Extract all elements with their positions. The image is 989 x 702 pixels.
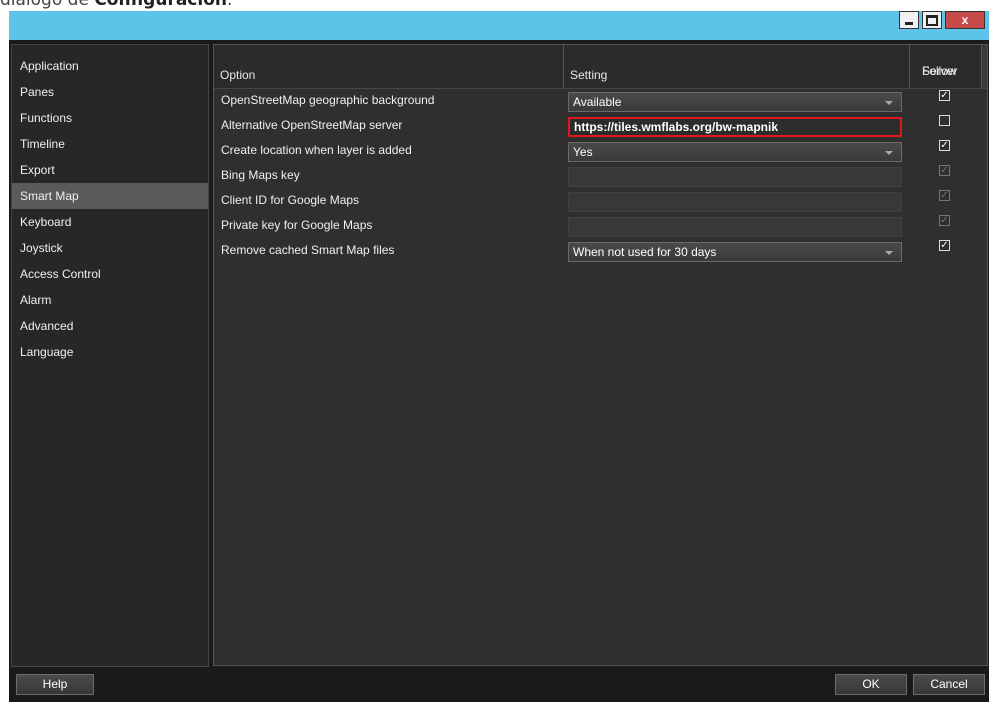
follow-header-line2: Server — [922, 64, 958, 78]
setting-dropdown[interactable]: When not used for 30 days — [568, 242, 902, 262]
settings-sidebar: Application Panes Functions Timeline Export S… — [11, 44, 209, 667]
column-header-option[interactable]: Option — [214, 45, 564, 88]
ok-button[interactable]: OK — [835, 674, 907, 695]
settings-window: x Application Panes Functions Timeline Expor… — [9, 11, 989, 702]
caption-prefix: diálogo de — [0, 0, 95, 10]
table-row: OpenStreetMap geographic background Avail… — [214, 89, 987, 114]
dialog-body: Application Panes Functions Timeline Export S… — [9, 40, 989, 702]
sidebar-item-advanced[interactable]: Advanced — [12, 313, 208, 339]
sidebar-item-access-control[interactable]: Access Control — [12, 261, 208, 287]
sidebar-item-functions[interactable]: Functions — [12, 105, 208, 131]
option-label: Alternative OpenStreetMap server — [221, 118, 403, 132]
table-header: Option Setting Follow Server — [214, 45, 987, 89]
option-label: Client ID for Google Maps — [221, 193, 360, 207]
dropdown-value: Available — [573, 95, 622, 109]
sidebar-item-timeline[interactable]: Timeline — [12, 131, 208, 157]
follow-server-checkbox[interactable]: ✓ — [939, 140, 950, 151]
table-row: Remove cached Smart Map files When not us… — [214, 239, 987, 264]
column-header-setting[interactable]: Setting — [564, 45, 910, 88]
table-row: Private key for Google Maps ✓ — [214, 214, 987, 239]
chevron-down-icon — [885, 151, 893, 155]
setting-dropdown[interactable]: Yes — [568, 142, 902, 162]
window-controls: x — [899, 11, 985, 29]
chevron-down-icon — [885, 251, 893, 255]
table-row: Create location when layer is added Yes ✓ — [214, 139, 987, 164]
header-scrollbar-stub — [982, 45, 987, 88]
chevron-down-icon — [885, 101, 893, 105]
sidebar-item-application[interactable]: Application — [12, 53, 208, 79]
option-label: Private key for Google Maps — [221, 218, 373, 232]
dropdown-value: When not used for 30 days — [573, 245, 717, 259]
setting-text-field[interactable] — [568, 167, 902, 187]
sidebar-item-keyboard[interactable]: Keyboard — [12, 209, 208, 235]
follow-server-checkbox[interactable] — [939, 115, 950, 126]
maximize-icon — [926, 14, 938, 26]
table-row: Alternative OpenStreetMap server https://… — [214, 114, 987, 139]
follow-server-checkbox: ✓ — [939, 165, 950, 176]
option-label: Bing Maps key — [221, 168, 300, 182]
sidebar-item-smart-map[interactable]: Smart Map — [12, 183, 208, 209]
sidebar-item-panes[interactable]: Panes — [12, 79, 208, 105]
follow-server-checkbox: ✓ — [939, 215, 950, 226]
help-button[interactable]: Help — [16, 674, 94, 695]
caption-suffix: . — [226, 0, 233, 10]
table-rows: OpenStreetMap geographic background Avail… — [214, 89, 987, 264]
follow-server-checkbox[interactable]: ✓ — [939, 240, 950, 251]
minimize-icon — [905, 21, 913, 25]
close-icon: x — [961, 13, 969, 27]
setting-text-field[interactable] — [568, 217, 902, 237]
option-label: OpenStreetMap geographic background — [221, 93, 435, 107]
title-bar[interactable]: x — [9, 11, 989, 40]
setting-text-field[interactable]: https://tiles.wmflabs.org/bw-mapnik — [568, 117, 902, 137]
close-button[interactable]: x — [945, 11, 985, 29]
minimize-button[interactable] — [899, 11, 919, 29]
follow-server-checkbox: ✓ — [939, 190, 950, 201]
cancel-button[interactable]: Cancel — [913, 674, 985, 695]
setting-dropdown[interactable]: Available — [568, 92, 902, 112]
option-header-label: Option — [220, 68, 256, 82]
setting-text-field[interactable] — [568, 192, 902, 212]
sidebar-item-language[interactable]: Language — [12, 339, 208, 365]
sidebar-item-export[interactable]: Export — [12, 157, 208, 183]
table-row: Bing Maps key ✓ — [214, 164, 987, 189]
setting-header-label: Setting — [570, 68, 608, 82]
follow-server-checkbox[interactable]: ✓ — [939, 90, 950, 101]
sidebar-item-joystick[interactable]: Joystick — [12, 235, 208, 261]
maximize-button[interactable] — [922, 11, 942, 29]
settings-table: Option Setting Follow Server OpenStreetMa… — [213, 44, 988, 666]
dropdown-value: Yes — [573, 145, 593, 159]
sidebar-item-alarm[interactable]: Alarm — [12, 287, 208, 313]
caption-bold: Configuración — [94, 0, 227, 10]
sidebar-nav-list: Application Panes Functions Timeline Export S… — [12, 45, 208, 365]
option-label: Remove cached Smart Map files — [221, 243, 395, 257]
table-row: Client ID for Google Maps ✓ — [214, 189, 987, 214]
option-label: Create location when layer is added — [221, 143, 412, 157]
column-header-follow-server[interactable]: Follow Server — [910, 45, 982, 88]
